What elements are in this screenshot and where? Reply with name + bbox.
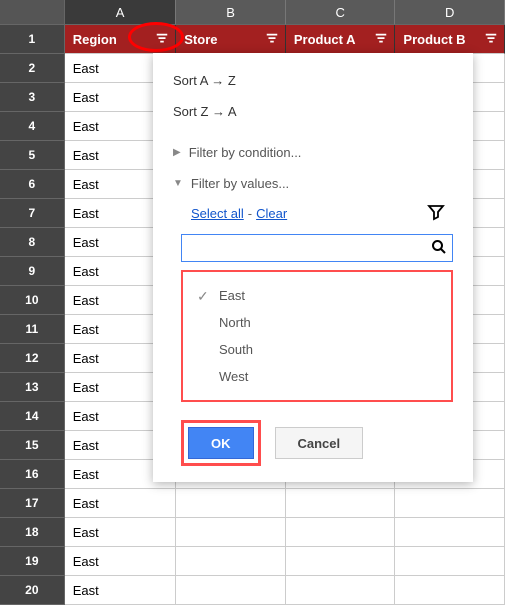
filter-value-label: North — [219, 315, 251, 330]
separator: - — [248, 206, 252, 221]
search-icon — [431, 239, 447, 258]
data-cell[interactable] — [176, 489, 286, 518]
data-cell[interactable] — [286, 576, 396, 605]
row-header[interactable]: 6 — [0, 170, 65, 199]
filter-value-option[interactable]: ✓ East — [191, 282, 443, 309]
data-cell[interactable] — [176, 576, 286, 605]
row-header[interactable]: 20 — [0, 576, 65, 605]
filter-value-option[interactable]: North — [191, 309, 443, 336]
ok-button[interactable]: OK — [188, 427, 254, 459]
row-header[interactable]: 10 — [0, 286, 65, 315]
row-header[interactable]: 18 — [0, 518, 65, 547]
row-header[interactable]: 1 — [0, 25, 65, 54]
filter-value-label: East — [219, 288, 245, 303]
annotation-ok-highlight: OK — [181, 420, 261, 466]
data-cell[interactable] — [395, 489, 505, 518]
filter-icon[interactable] — [265, 32, 279, 49]
row-header[interactable]: 11 — [0, 315, 65, 344]
header-cell-region[interactable]: Region — [65, 25, 177, 54]
filter-values-list: ✓ East North South West — [181, 270, 453, 402]
cancel-button[interactable]: Cancel — [275, 427, 364, 459]
chevron-down-icon: ▼ — [173, 178, 183, 189]
filter-values-label: Filter by values... — [191, 176, 289, 191]
data-cell[interactable]: East — [65, 489, 177, 518]
column-header-a[interactable]: A — [65, 0, 177, 25]
data-cell[interactable] — [286, 489, 396, 518]
clear-link[interactable]: Clear — [256, 206, 287, 221]
data-cell[interactable] — [176, 547, 286, 576]
row-header[interactable]: 7 — [0, 199, 65, 228]
header-label: Product A — [294, 32, 356, 47]
data-cell[interactable] — [286, 518, 396, 547]
header-cell-store[interactable]: Store — [176, 25, 286, 54]
funnel-icon[interactable] — [427, 203, 445, 224]
row-header[interactable]: 9 — [0, 257, 65, 286]
sort-az[interactable]: Sort A → Z — [153, 65, 473, 96]
row-header[interactable]: 2 — [0, 54, 65, 83]
check-icon: ✓ — [197, 288, 209, 305]
header-cell-product-a[interactable]: Product A — [286, 25, 396, 54]
header-label: Region — [73, 32, 117, 47]
row-header[interactable]: 17 — [0, 489, 65, 518]
select-all-link[interactable]: Select all — [191, 206, 244, 221]
filter-icon[interactable] — [155, 32, 169, 49]
chevron-right-icon: ▶ — [173, 147, 181, 158]
data-cell[interactable] — [395, 547, 505, 576]
row-header[interactable]: 3 — [0, 83, 65, 112]
column-header-b[interactable]: B — [176, 0, 286, 25]
row-header[interactable]: 15 — [0, 431, 65, 460]
column-header-d[interactable]: D — [395, 0, 505, 25]
filter-value-label: West — [219, 369, 248, 384]
data-cell[interactable] — [176, 518, 286, 547]
filter-condition-label: Filter by condition... — [189, 145, 302, 160]
row-header[interactable]: 13 — [0, 373, 65, 402]
row-header[interactable]: 19 — [0, 547, 65, 576]
sort-za[interactable]: Sort Z → A — [153, 96, 473, 127]
data-cell[interactable] — [395, 518, 505, 547]
data-cell[interactable]: East — [65, 547, 177, 576]
header-label: Product B — [403, 32, 465, 47]
row-header[interactable]: 14 — [0, 402, 65, 431]
row-header[interactable]: 12 — [0, 344, 65, 373]
data-cell[interactable] — [286, 547, 396, 576]
data-cell[interactable]: East — [65, 576, 177, 605]
row-header[interactable]: 16 — [0, 460, 65, 489]
filter-dropdown: Sort A → Z Sort Z → A ▶ Filter by condit… — [153, 53, 473, 482]
filter-by-condition[interactable]: ▶ Filter by condition... — [153, 137, 473, 168]
filter-search-input[interactable] — [181, 234, 453, 262]
filter-by-values[interactable]: ▼ Filter by values... — [153, 168, 473, 199]
column-header-c[interactable]: C — [286, 0, 396, 25]
filter-value-label: South — [219, 342, 253, 357]
row-header[interactable]: 5 — [0, 141, 65, 170]
select-all-corner[interactable] — [0, 0, 65, 25]
header-label: Store — [184, 32, 217, 47]
data-cell[interactable] — [395, 576, 505, 605]
filter-value-option[interactable]: South — [191, 336, 443, 363]
filter-icon[interactable] — [484, 32, 498, 49]
row-header[interactable]: 8 — [0, 228, 65, 257]
data-cell[interactable]: East — [65, 518, 177, 547]
filter-value-option[interactable]: West — [191, 363, 443, 390]
row-header[interactable]: 4 — [0, 112, 65, 141]
header-cell-product-b[interactable]: Product B — [395, 25, 505, 54]
filter-icon[interactable] — [374, 32, 388, 49]
